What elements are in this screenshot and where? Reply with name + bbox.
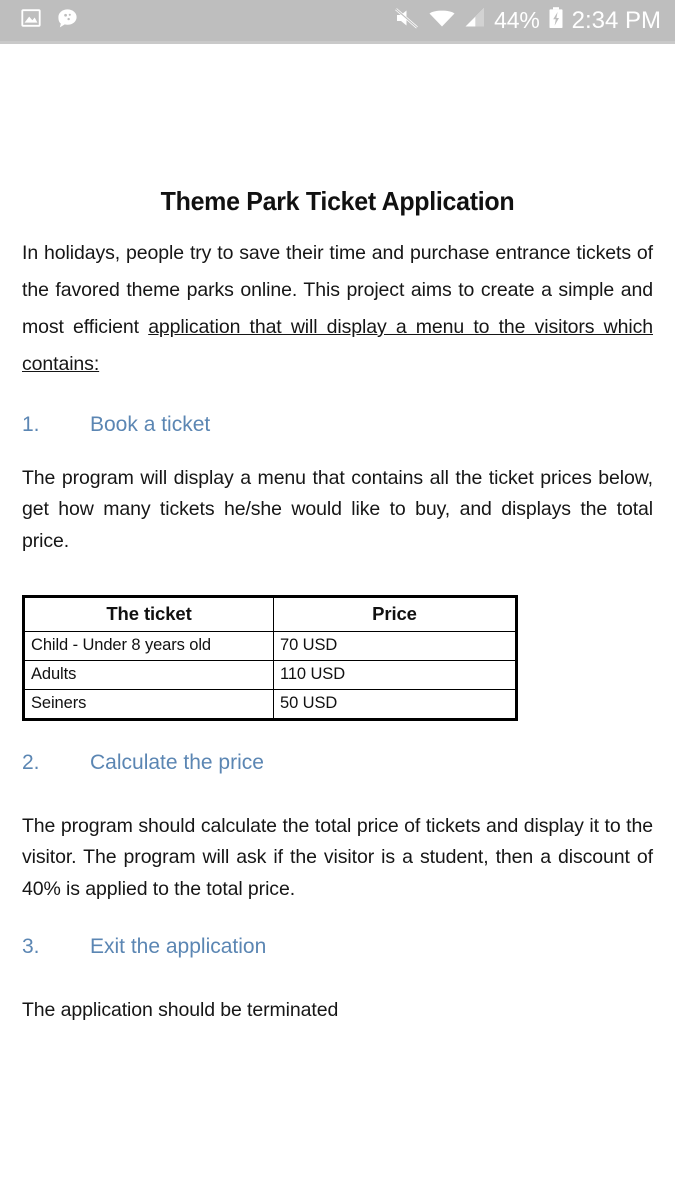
table-cell-price: 70 USD	[273, 630, 517, 661]
table-cell-ticket: Adults	[23, 659, 274, 690]
battery-percent-label: 44%	[494, 7, 540, 33]
clock-label: 2:34 PM	[571, 6, 661, 34]
table-header-row: The ticket Price	[23, 595, 517, 632]
table-header-ticket: The ticket	[23, 595, 274, 632]
section-heading-1: 1. Book a ticket	[22, 413, 653, 437]
table-cell-price: 110 USD	[273, 659, 517, 690]
ticket-price-table: The ticket Price Child - Under 8 years o…	[22, 594, 518, 721]
section-number-2: 2.	[22, 750, 40, 774]
section-title-1: Book a ticket	[90, 413, 211, 437]
section-title-2: Calculate the price	[90, 750, 264, 774]
wifi-icon	[428, 6, 456, 35]
chat-bubble-icon	[56, 7, 79, 35]
table-header-price: Price	[273, 595, 517, 632]
table-row: Child - Under 8 years old 70 USD	[23, 630, 517, 661]
image-icon	[20, 7, 42, 34]
table-row: Adults 110 USD	[23, 659, 517, 690]
intro-paragraph: In holidays, people try to save their ti…	[22, 217, 653, 383]
section-body-3: The application should be terminated	[22, 999, 339, 1022]
battery-charging-icon	[548, 6, 564, 35]
status-bar-system-icons: 44% 2:34 PM	[394, 6, 661, 35]
document-body: Theme Park Ticket Application In holiday…	[0, 44, 675, 1027]
status-bar: 44% 2:34 PM	[0, 0, 675, 44]
section-heading-2: 2. Calculate the price	[22, 751, 653, 775]
table-cell-ticket: Child - Under 8 years old	[23, 630, 274, 661]
section-title-3: Exit the application	[90, 935, 267, 959]
page-title: Theme Park Ticket Application	[160, 186, 515, 216]
volume-mute-icon	[394, 6, 420, 35]
section-body-1: The program will display a menu that con…	[22, 467, 653, 552]
status-bar-notifications	[20, 7, 79, 35]
section-number-1: 1.	[22, 413, 40, 437]
section-heading-3: 3. Exit the application	[22, 935, 653, 959]
section-number-3: 3.	[22, 935, 40, 959]
table-cell-price: 50 USD	[273, 688, 517, 720]
section-body-2: The program should calculate the total p…	[22, 814, 653, 900]
table-row: Seiners 50 USD	[23, 688, 517, 720]
table-cell-ticket: Seiners	[23, 688, 274, 720]
cellular-signal-icon	[464, 6, 486, 35]
